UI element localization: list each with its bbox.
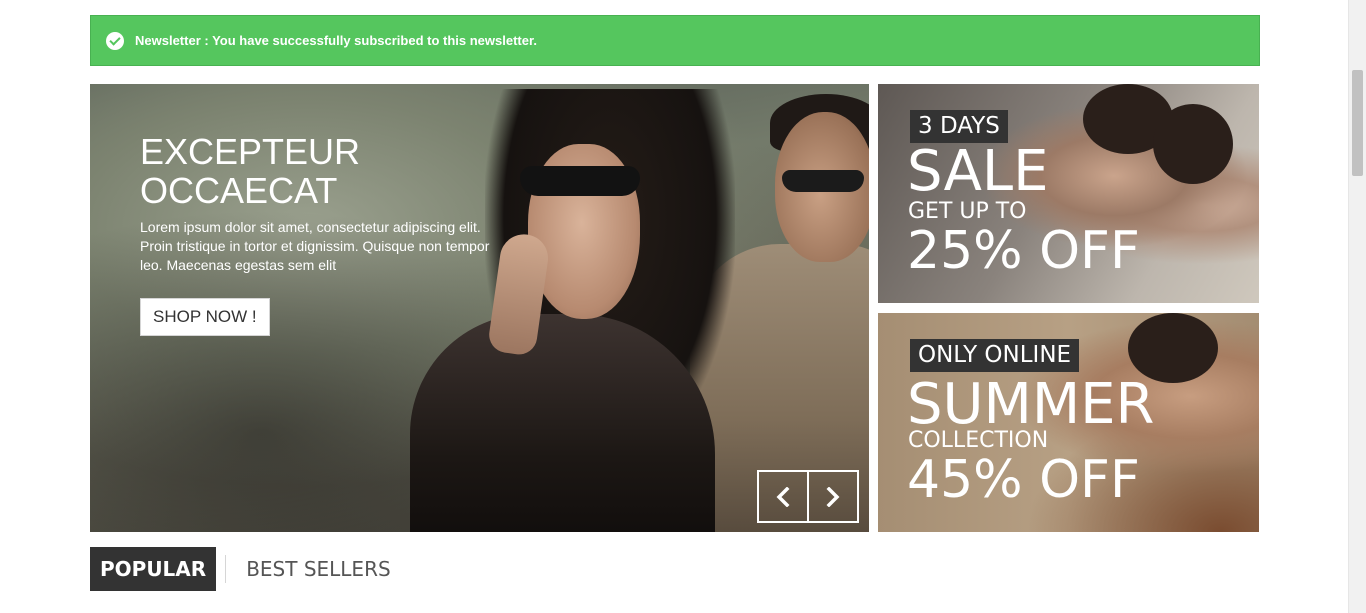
page-scrollbar[interactable] [1348,0,1366,613]
chevron-left-icon [776,486,790,507]
banner-summer-offer: 45% OFF [907,450,1140,510]
shop-now-button[interactable]: SHOP NOW ! [140,298,270,336]
check-circle-icon [106,31,124,50]
tab-popular[interactable]: POPULAR [90,547,217,591]
banner-summer[interactable]: ONLY ONLINE SUMMER COLLECTION 45% OFF [878,313,1259,532]
banner-sale-headline: SALE [907,139,1049,204]
newsletter-success-alert: Newsletter : You have successfully subsc… [90,15,1260,66]
tab-divider [225,555,227,583]
banner-sale[interactable]: 3 DAYS SALE GET UP TO 25% OFF [878,84,1259,303]
banner-sale-image-2 [1153,104,1233,184]
banner-summer-subline: COLLECTION [908,428,1049,453]
slide-image-woman-sunglasses [520,166,640,196]
slide-title: EXCEPTEUR OCCAECAT [140,131,361,211]
slider-next-button[interactable] [807,470,859,523]
tab-best-sellers[interactable]: BEST SELLERS [236,547,400,591]
chevron-right-icon [826,486,840,507]
slide-description: Lorem ipsum dolor sit amet, consectetur … [140,219,490,273]
slider-prev-button[interactable] [757,470,809,523]
banner-summer-headline: SUMMER [907,372,1155,437]
alert-message: Newsletter : You have successfully subsc… [135,33,537,48]
product-tabs: POPULAR BEST SELLERS [90,547,401,591]
banner-sale-offer: 25% OFF [907,221,1140,281]
hero-slider[interactable]: EXCEPTEUR OCCAECAT Lorem ipsum dolor sit… [90,84,869,532]
banner-summer-tag: ONLY ONLINE [910,339,1080,372]
banner-sale-subline: GET UP TO [908,199,1027,224]
slide-image-man-sunglasses [782,170,864,192]
scrollbar-thumb[interactable] [1352,70,1363,176]
